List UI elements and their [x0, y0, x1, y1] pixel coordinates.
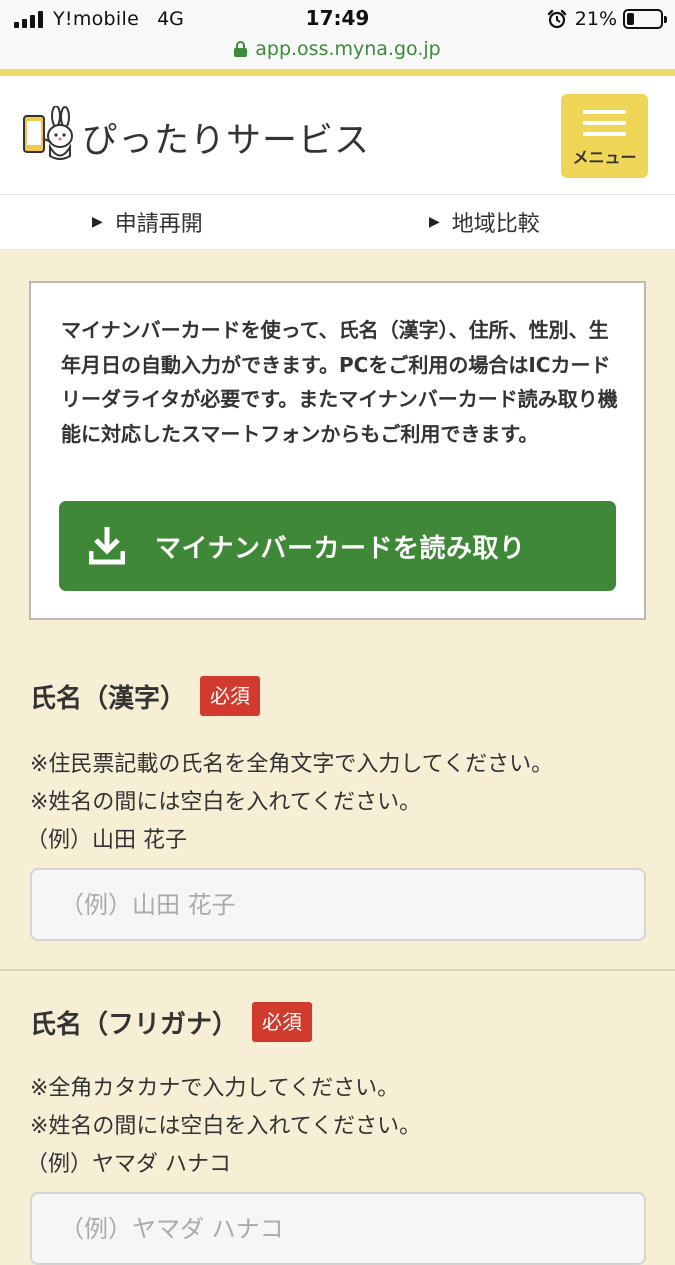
hamburger-menu-icon	[583, 110, 626, 136]
name-kana-help: ※全角カタカナで入力してください。 ※姓名の間には空白を入れてください。 （例）…	[26, 1070, 650, 1184]
name-kana-input[interactable]	[30, 1192, 646, 1265]
menu-button[interactable]: メニュー	[561, 94, 648, 178]
menu-label: メニュー	[572, 148, 637, 167]
resume-application-link[interactable]: ▶ 申請再開	[92, 207, 203, 237]
name-kanji-label: 氏名（漢字） 必須	[30, 676, 261, 716]
url-bar[interactable]: app.oss.myna.go.jp	[0, 36, 675, 62]
status-right: 21%	[547, 7, 667, 31]
name-kanji-help: ※住民票記載の氏名を全角文字で入力してください。 ※姓名の間には空白を入れてくだ…	[26, 746, 650, 860]
site-title[interactable]: ぴったりサービス	[82, 112, 370, 163]
help-line: （例）ヤマダ ハナコ	[26, 1152, 231, 1177]
help-line: ※姓名の間には空白を入れてください。	[30, 1114, 422, 1139]
read-mynumber-card-label: マイナンバーカードを読み取り	[155, 534, 526, 564]
battery-fill	[627, 13, 634, 25]
section-divider	[0, 969, 675, 971]
name-kanji-input[interactable]	[30, 868, 646, 941]
mynumber-card-description: マイナンバーカードを使って、氏名（漢字）、住所、性別、生年月日の自動入力ができま…	[61, 318, 618, 446]
name-kana-label: 氏名（フリガナ） 必須	[30, 1002, 313, 1042]
sub-navigation: ▶ 申請再開 ▶ 地域比較	[0, 194, 675, 250]
status-bar: Y!mobile 4G 17:49 21% app.oss.myna.go.jp	[0, 0, 675, 70]
lock-icon	[234, 41, 248, 57]
triangle-right-icon: ▶	[429, 214, 440, 230]
region-compare-label: 地域比較	[451, 212, 540, 237]
region-compare-link[interactable]: ▶ 地域比較	[429, 207, 540, 237]
required-badge: 必須	[200, 676, 261, 716]
resume-application-label: 申請再開	[114, 212, 203, 237]
url-text[interactable]: app.oss.myna.go.jp	[255, 38, 440, 60]
help-line: ※全角カタカナで入力してください。	[30, 1076, 400, 1101]
mynumber-card-panel: マイナンバーカードを使って、氏名（漢字）、住所、性別、生年月日の自動入力ができま…	[29, 281, 646, 620]
header-accent-line	[0, 69, 675, 76]
help-line: （例）山田 花子	[26, 828, 187, 853]
mynaportal-logo-icon[interactable]	[22, 106, 74, 162]
alarm-icon	[547, 9, 566, 29]
site-header: ぴったりサービス メニュー	[0, 76, 675, 194]
download-icon	[89, 527, 125, 565]
triangle-right-icon: ▶	[92, 214, 103, 230]
help-line: ※姓名の間には空白を入れてください。	[30, 790, 422, 815]
name-kana-label-text: 氏名（フリガナ）	[30, 1009, 239, 1040]
required-badge: 必須	[252, 1002, 313, 1042]
name-kanji-label-text: 氏名（漢字）	[30, 683, 187, 714]
read-mynumber-card-button[interactable]: マイナンバーカードを読み取り	[59, 501, 616, 591]
battery-percent: 21%	[574, 8, 617, 30]
help-line: ※住民票記載の氏名を全角文字で入力してください。	[30, 752, 554, 777]
battery-icon	[623, 9, 667, 29]
